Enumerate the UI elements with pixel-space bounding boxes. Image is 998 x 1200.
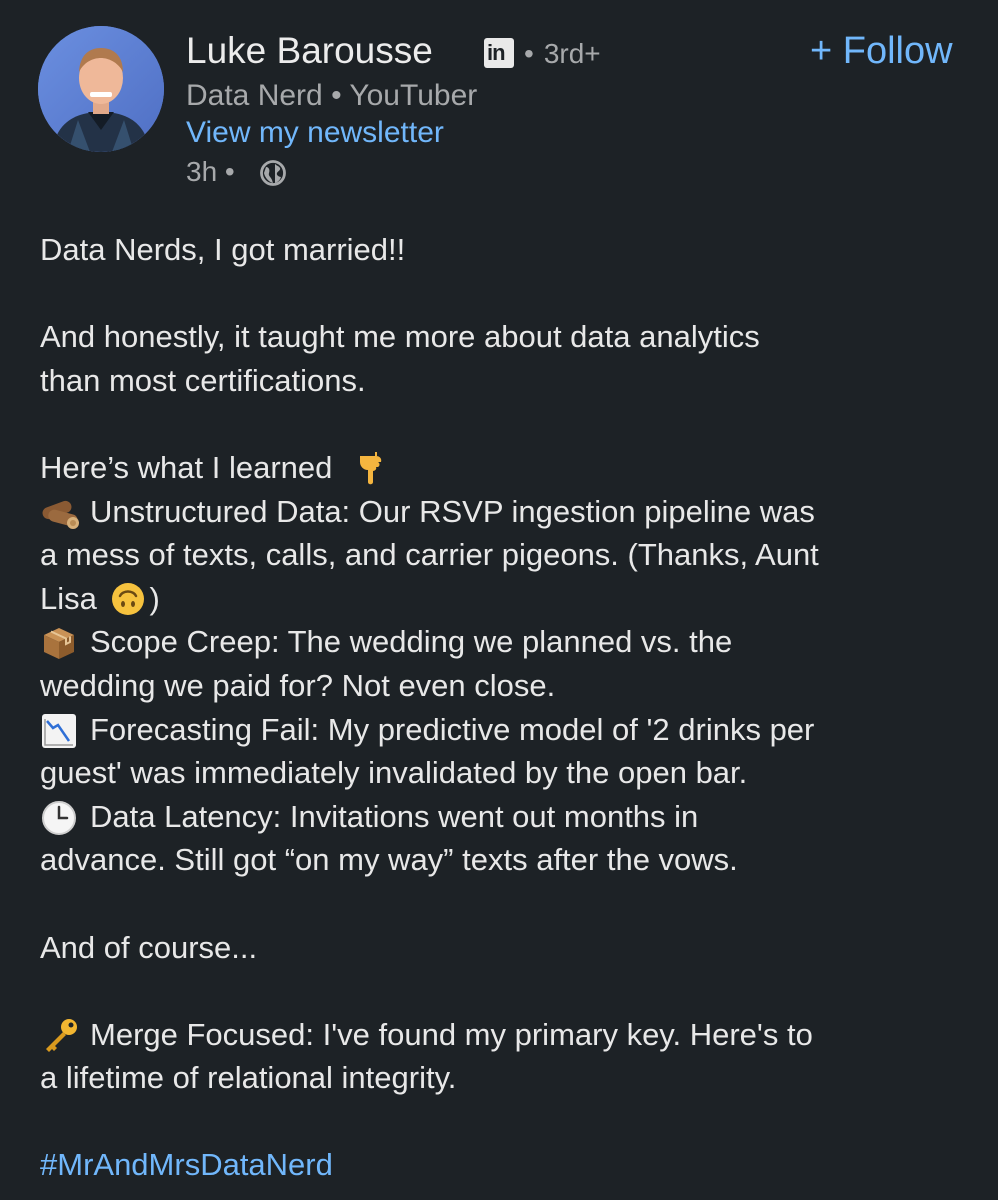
pointing-down-hand-icon (354, 450, 392, 485)
degree-label: 3rd+ (543, 38, 601, 69)
post-paragraph-line: And honestly, it taught me more about da… (40, 319, 760, 355)
clock-icon (40, 799, 78, 835)
learned-item-latency: Data Latency: Invitations went out month… (40, 795, 990, 839)
hashtag-link[interactable]: #MrAndMrsDataNerd (40, 1143, 990, 1187)
upside-down-face-icon (110, 581, 148, 615)
key-icon (40, 1017, 78, 1052)
author-headline: Data Nerd • YouTuber (186, 79, 478, 112)
post-paragraph-line: advance. Still got “on my way” texts aft… (40, 842, 738, 878)
post-meta: 3h • (186, 156, 235, 187)
learned-item-scope: Scope Creep: The wedding we planned vs. … (40, 620, 990, 664)
post-intro: Data Nerds, I got married!! (40, 232, 406, 267)
linkedin-badge-text: in (487, 40, 506, 65)
item-text: Merge Focused: I've found my primary key… (90, 1016, 813, 1052)
newsletter-link[interactable]: View my newsletter (186, 113, 444, 153)
item-text: Scope Creep: The wedding we planned vs. … (90, 624, 733, 660)
connection-degree: • 3rd+ (524, 34, 601, 74)
package-icon (40, 624, 78, 660)
learned-text: Here’s what I learned (40, 449, 333, 485)
chart-decreasing-icon (40, 712, 78, 748)
post-paragraph-line: than most certifications. (40, 362, 366, 398)
globe-icon (258, 158, 288, 188)
item-text: Data Latency: Invitations went out month… (90, 798, 699, 834)
learned-heading: Here’s what I learned (40, 446, 990, 490)
post-paragraph-line: Lisa ) (40, 577, 990, 621)
merge-focused-item: Merge Focused: I've found my primary key… (40, 1013, 990, 1057)
author-name[interactable]: Luke Barousse (186, 26, 433, 76)
item-text: Unstructured Data: Our RSVP ingestion pi… (90, 493, 815, 529)
post-paragraph-line: wedding we paid for? Not even close. (40, 667, 556, 703)
post-paragraph-line: guest' was immediately invalidated by th… (40, 755, 748, 791)
item-text: ) (149, 580, 160, 616)
post-body: Data Nerds, I got married!! And honestly… (40, 228, 990, 1187)
follow-button[interactable]: + Follow (810, 26, 953, 76)
learned-item-unstructured: Unstructured Data: Our RSVP ingestion pi… (40, 490, 990, 534)
learned-item-forecasting: Forecasting Fail: My predictive model of… (40, 708, 990, 752)
bullet-separator: • (524, 38, 534, 69)
post-paragraph-line: a lifetime of relational integrity. (40, 1060, 457, 1096)
linkedin-premium-icon: in (484, 38, 514, 68)
avatar[interactable] (38, 26, 164, 152)
post-timestamp: 3h (186, 156, 218, 187)
wood-logs-icon (40, 494, 79, 529)
item-text: Lisa (40, 580, 97, 616)
linkedin-post: Luke Barousse in • 3rd+ + Follow Data Ner… (0, 0, 998, 1200)
item-text: Forecasting Fail: My predictive model of… (90, 711, 815, 747)
post-paragraph-line: And of course... (40, 929, 258, 965)
post-paragraph-line: a mess of texts, calls, and carrier pige… (40, 537, 819, 573)
